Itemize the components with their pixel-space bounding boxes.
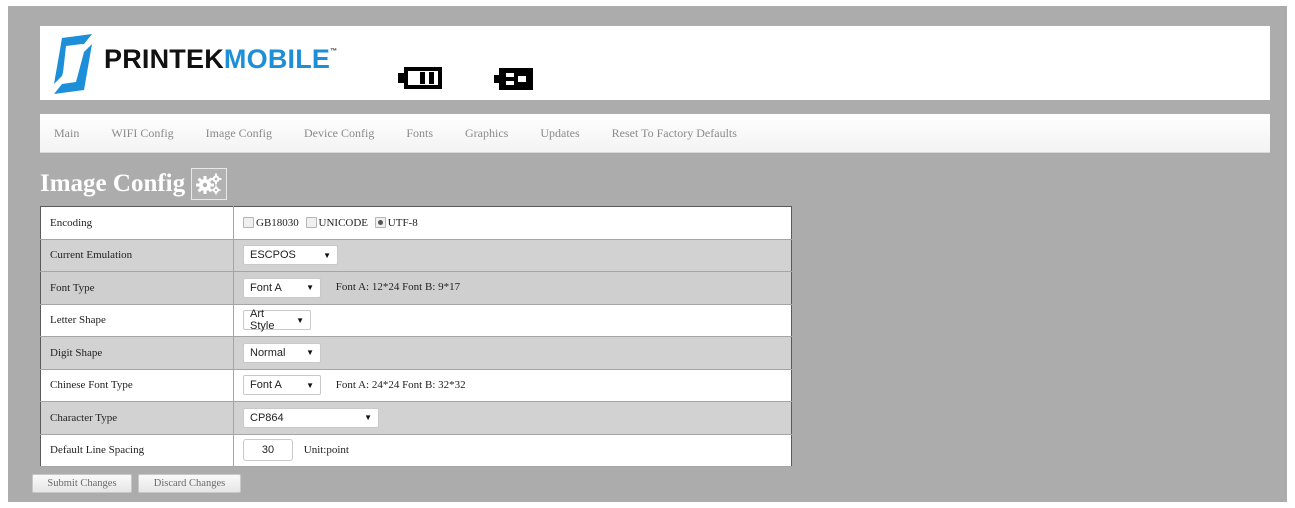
nav-item-reset-factory-defaults[interactable]: Reset To Factory Defaults <box>612 126 737 141</box>
digit-shape-select[interactable]: Normal ▼ <box>243 342 321 363</box>
dropdown-arrow-icon: ▼ <box>364 413 372 423</box>
dropdown-arrow-icon: ▼ <box>306 283 314 293</box>
header: PRINTEKMOBILE™ <box>40 26 1270 100</box>
discard-changes-button[interactable]: Discard Changes <box>138 474 241 493</box>
checkbox-label: UNICODE <box>318 216 369 229</box>
config-table: Encoding GB18030 UNICODE UTF-8 Current E… <box>40 206 792 467</box>
nav-item-graphics[interactable]: Graphics <box>465 126 508 141</box>
submit-changes-button[interactable]: Submit Changes <box>32 474 132 493</box>
top-navigation: Main WIFI Config Image Config Device Con… <box>40 114 1270 153</box>
emulation-select[interactable]: ESCPOS ▼ <box>243 245 338 266</box>
brand-word-1: PRINTEK <box>104 44 224 74</box>
select-value: ESCPOS <box>250 249 296 262</box>
character-type-select[interactable]: CP864 ▼ <box>243 407 379 428</box>
gears-icon <box>191 168 228 200</box>
letter-shape-select[interactable]: Art Style ▼ <box>243 308 311 333</box>
brand-word-2: MOBILE <box>223 44 331 74</box>
font-type-select[interactable]: Font A ▼ <box>243 277 321 298</box>
dropdown-arrow-icon: ▼ <box>296 315 304 325</box>
checkbox-unicode[interactable] <box>305 217 317 229</box>
table-row-font-type: Font Type Font A ▼ Font A: 12*24 Font B: … <box>40 271 792 305</box>
select-value: CP864 <box>250 411 284 424</box>
row-label: Current Emulation <box>40 239 234 272</box>
power-plug-icon <box>494 68 533 90</box>
chinese-font-size-hint: Font A: 24*24 Font B: 32*32 <box>335 378 466 391</box>
table-row-letter-shape: Letter Shape Art Style ▼ <box>40 304 792 337</box>
table-row-chinese-font-type: Chinese Font Type Font A ▼ Font A: 24*24 … <box>40 369 792 402</box>
dropdown-arrow-icon: ▼ <box>323 250 331 260</box>
select-value: Font A <box>250 379 282 392</box>
trademark: ™ <box>330 48 338 55</box>
nav-item-image-config[interactable]: Image Config <box>206 126 272 141</box>
row-label: Default Line Spacing <box>40 434 234 467</box>
dropdown-arrow-icon: ▼ <box>306 348 314 358</box>
font-size-hint: Font A: 12*24 Font B: 9*17 <box>335 281 461 294</box>
row-label: Character Type <box>40 401 234 435</box>
select-value: Art Style <box>250 308 275 333</box>
encoding-options: GB18030 UNICODE UTF-8 <box>233 206 792 240</box>
row-label: Letter Shape <box>40 304 234 337</box>
row-label: Chinese Font Type <box>40 369 234 402</box>
row-label: Font Type <box>40 271 234 305</box>
printek-logo-mark <box>54 34 92 94</box>
checkbox-gb18030[interactable] <box>243 217 254 229</box>
chinese-font-select[interactable]: Font A ▼ <box>243 375 321 396</box>
nav-item-wifi-config[interactable]: WIFI Config <box>111 126 173 141</box>
select-value: Normal <box>250 346 286 359</box>
table-row-character-type: Character Type CP864 ▼ <box>40 401 792 435</box>
line-spacing-unit: Unit:point <box>303 443 349 456</box>
table-row-line-spacing: Default Line Spacing 30 Unit:point <box>40 434 792 467</box>
row-label: Encoding <box>40 206 234 240</box>
table-row-emulation: Current Emulation ESCPOS ▼ <box>40 239 792 272</box>
checkbox-label: UTF-8 <box>387 216 418 229</box>
table-row-digit-shape: Digit Shape Normal ▼ <box>40 336 792 370</box>
battery-icon <box>398 67 442 89</box>
select-value: Font A <box>250 281 282 294</box>
row-label: Digit Shape <box>40 336 234 370</box>
page-title-bar: Image Config <box>40 166 228 202</box>
checkbox-utf8[interactable] <box>374 217 386 229</box>
nav-item-main[interactable]: Main <box>54 126 79 141</box>
dropdown-arrow-icon: ▼ <box>306 380 314 390</box>
page-title: Image Config <box>40 170 186 197</box>
table-row-encoding: Encoding GB18030 UNICODE UTF-8 <box>40 206 792 240</box>
brand-logo-text: PRINTEKMOBILE™ <box>104 44 337 78</box>
nav-item-updates[interactable]: Updates <box>540 126 579 141</box>
nav-item-device-config[interactable]: Device Config <box>304 126 374 141</box>
nav-item-fonts[interactable]: Fonts <box>406 126 433 141</box>
checkbox-label: GB18030 <box>256 216 299 229</box>
line-spacing-input[interactable]: 30 <box>243 439 293 462</box>
page-background: PRINTEKMOBILE™ Main WIFI Config Image Co… <box>8 6 1287 502</box>
